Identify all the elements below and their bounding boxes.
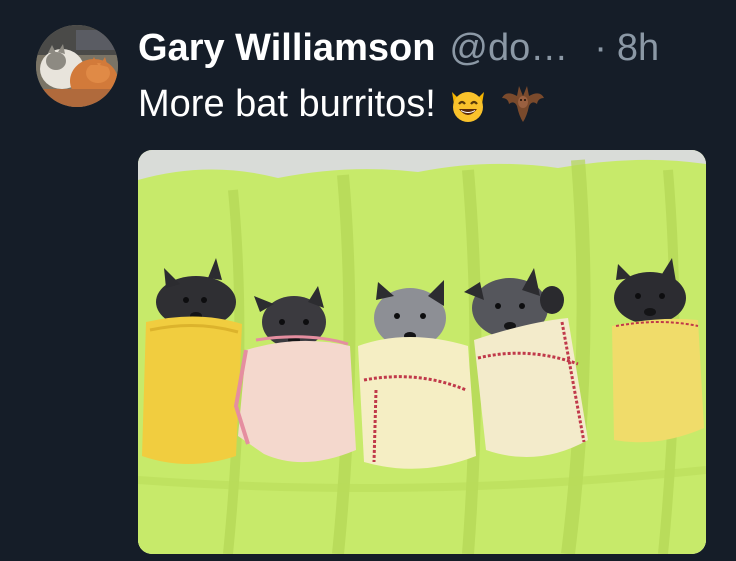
avatar[interactable] <box>36 25 118 107</box>
tweet-timestamp[interactable]: 8h <box>617 27 659 70</box>
author-handle[interactable]: @do… <box>449 27 568 70</box>
tweet-media-image[interactable] <box>138 150 706 554</box>
tweet[interactable]: Gary Williamson @do… · 8h More bat burri… <box>0 0 736 561</box>
tweet-body: More bat burritos! <box>138 82 546 126</box>
tweet-header: Gary Williamson @do… · 8h <box>138 24 659 72</box>
separator-dot: · <box>594 26 607 69</box>
tweet-text: More bat burritos! <box>138 82 436 125</box>
cat-photo-avatar <box>36 25 118 107</box>
smiling-cat-face-icon <box>448 84 488 124</box>
photo-bats-wrapped-in-blankets <box>138 150 706 554</box>
author-display-name[interactable]: Gary Williamson <box>138 27 435 70</box>
bat-icon <box>500 82 546 126</box>
